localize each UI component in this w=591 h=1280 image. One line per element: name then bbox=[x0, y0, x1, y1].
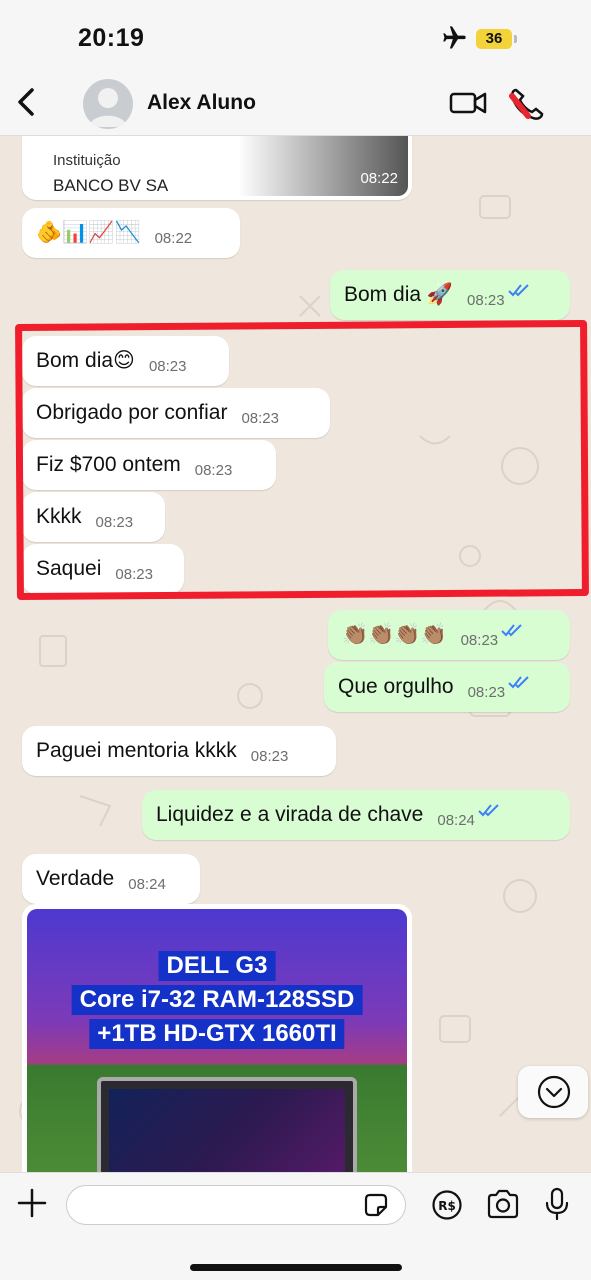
double-check-icon bbox=[507, 284, 529, 297]
message-bubble-outgoing[interactable]: Que orgulho 08:23 bbox=[324, 662, 570, 712]
message-time: 08:23 bbox=[250, 748, 289, 765]
message-time: 08:22 bbox=[360, 170, 398, 187]
message-bubble-incoming[interactable]: Verdade 08:24 bbox=[22, 854, 200, 904]
sticker-icon[interactable] bbox=[362, 1191, 390, 1219]
mic-icon[interactable] bbox=[543, 1187, 571, 1221]
plus-icon[interactable] bbox=[16, 1187, 48, 1219]
laptop-illustration bbox=[97, 1077, 357, 1172]
video-icon[interactable] bbox=[448, 88, 488, 118]
message-time: 08:23 bbox=[467, 292, 505, 309]
message-bubble-incoming[interactable]: Paguei mentoria kkkk 08:23 bbox=[22, 726, 336, 776]
message-text: Paguei mentoria kkkk bbox=[36, 739, 237, 762]
scroll-down-button[interactable] bbox=[518, 1066, 588, 1118]
double-check-icon bbox=[478, 804, 499, 817]
payment-icon[interactable]: R$ bbox=[431, 1189, 463, 1221]
message-text: 👏🏽👏🏽👏🏽👏🏽 bbox=[342, 623, 447, 646]
message-time: 08:22 bbox=[154, 230, 193, 247]
message-time: 08:24 bbox=[128, 876, 166, 893]
double-check-icon bbox=[508, 676, 529, 689]
promo-line: Core i7-32 RAM-128SSD bbox=[71, 985, 363, 1015]
message-text: Verdade bbox=[36, 867, 115, 890]
promo-line: DELL G3 bbox=[158, 951, 276, 981]
contact-name[interactable]: Alex Aluno bbox=[147, 91, 256, 115]
message-time: 08:23 bbox=[467, 684, 506, 701]
double-check-icon bbox=[501, 624, 522, 637]
card-fade bbox=[238, 136, 408, 196]
chat-header: Alex Aluno bbox=[0, 70, 591, 136]
card-value: BANCO BV SA bbox=[53, 176, 169, 195]
message-time: 08:24 bbox=[437, 812, 475, 829]
promo-line: +1TB HD-GTX 1660TI bbox=[89, 1019, 345, 1049]
image-message[interactable]: DELL G3 Core i7-32 RAM-128SSD +1TB HD-GT… bbox=[22, 904, 412, 1172]
input-bar: R$ bbox=[0, 1172, 591, 1280]
home-indicator bbox=[190, 1264, 402, 1271]
laptop-screen bbox=[109, 1089, 345, 1172]
message-time: 08:23 bbox=[460, 632, 499, 649]
camera-icon[interactable] bbox=[486, 1188, 520, 1220]
message-text: 🫵📊📈📉 bbox=[36, 221, 141, 244]
battery-cap bbox=[514, 35, 517, 43]
message-text: Bom dia 🚀 bbox=[344, 283, 454, 306]
chat-area[interactable]: Instituição BANCO BV SA 08:22 🫵📊📈📉 08:22 … bbox=[0, 136, 591, 1172]
battery-level: 36 bbox=[476, 29, 512, 49]
bank-card-message[interactable]: Instituição BANCO BV SA 08:22 bbox=[22, 136, 412, 200]
message-input[interactable] bbox=[66, 1185, 406, 1225]
avatar[interactable] bbox=[83, 79, 133, 129]
phone-icon[interactable] bbox=[508, 86, 548, 122]
product-image[interactable]: DELL G3 Core i7-32 RAM-128SSD +1TB HD-GT… bbox=[27, 909, 407, 1172]
avatar-icon bbox=[89, 88, 127, 127]
message-text: Que orgulho bbox=[338, 675, 454, 698]
back-icon[interactable] bbox=[12, 84, 42, 120]
message-bubble-outgoing[interactable]: Liquidez e a virada de chave 08:24 bbox=[142, 790, 570, 840]
message-text: Liquidez e a virada de chave bbox=[156, 803, 424, 826]
card-label: Instituição bbox=[53, 152, 121, 169]
message-bubble-outgoing[interactable]: 👏🏽👏🏽👏🏽👏🏽 08:23 bbox=[328, 610, 570, 660]
chevron-down-icon bbox=[537, 1075, 571, 1109]
svg-text:R$: R$ bbox=[438, 1199, 456, 1213]
message-bubble-outgoing[interactable]: Bom dia 🚀 08:23 bbox=[330, 270, 570, 320]
status-time: 20:19 bbox=[78, 24, 145, 52]
red-highlight-box bbox=[15, 320, 589, 600]
status-bar: 20:19 36 bbox=[0, 0, 591, 70]
airplane-icon bbox=[443, 26, 466, 49]
message-bubble-incoming[interactable]: 🫵📊📈📉 08:22 bbox=[22, 208, 240, 258]
